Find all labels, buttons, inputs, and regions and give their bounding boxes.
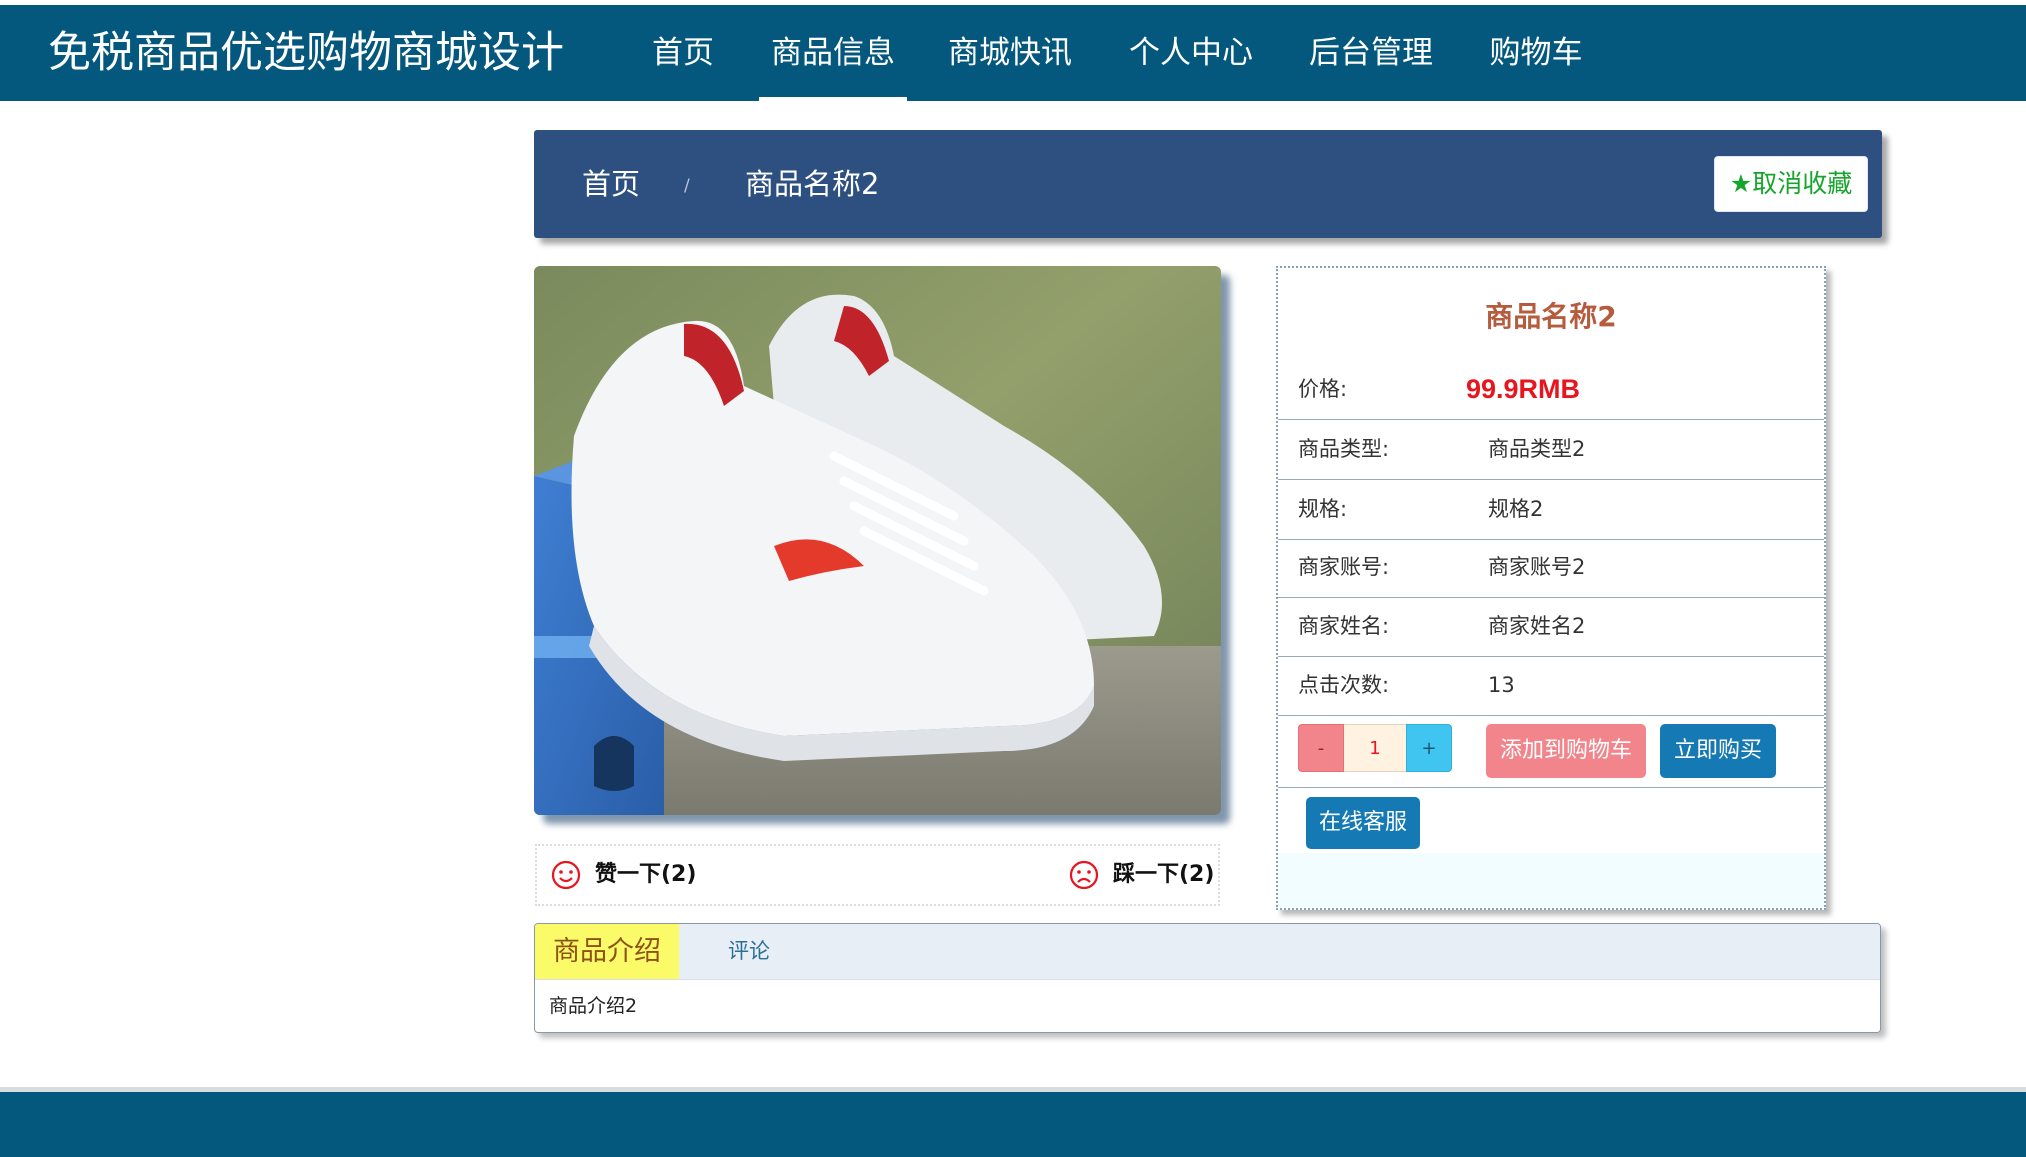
tab-content: 商品介绍2 (549, 995, 638, 1017)
dislike-button[interactable]: 踩一下(2) (1069, 846, 1219, 904)
category-label: 商品类型: (1298, 437, 1390, 461)
add-to-cart-button[interactable]: 添加到购物车 (1486, 724, 1646, 778)
nav-personal-center[interactable]: 个人中心 (1128, 5, 1254, 101)
like-label: 赞一下(2) (595, 862, 697, 887)
spec-label: 规格: (1298, 497, 1348, 521)
nav-admin[interactable]: 后台管理 (1308, 5, 1434, 101)
spec-value: 规格2 (1488, 497, 1544, 521)
purchase-row: - 1 + 添加到购物车 立即购买 (1278, 715, 1824, 788)
nav-home[interactable]: 首页 (651, 5, 715, 101)
service-row: 在线客服 (1278, 788, 1824, 859)
breadcrumb-home[interactable]: 首页 (582, 130, 640, 238)
merchant-account-row: 商家账号: 商家账号2 (1278, 538, 1824, 598)
info-panel-footer (1278, 853, 1824, 908)
price-label: 价格: (1298, 377, 1348, 401)
merchant-name-label: 商家姓名: (1298, 614, 1390, 638)
breadcrumb-separator: / (684, 176, 690, 196)
product-image (534, 266, 1221, 815)
merchant-account-label: 商家账号: (1298, 555, 1390, 579)
buy-now-button[interactable]: 立即购买 (1660, 724, 1776, 778)
quantity-decrease-button[interactable]: - (1298, 724, 1344, 772)
frown-icon (1069, 860, 1099, 890)
product-name: 商品名称2 (1485, 300, 1617, 333)
breadcrumb-current: 商品名称2 (745, 167, 880, 201)
sneaker-image (534, 266, 1221, 815)
dislike-label: 踩一下(2) (1113, 862, 1215, 887)
category-value: 商品类型2 (1488, 437, 1586, 461)
click-count-label: 点击次数: (1298, 673, 1390, 697)
spec-row: 规格: 规格2 (1278, 480, 1824, 540)
tab-header: 商品介绍 评论 (535, 924, 1880, 980)
online-service-button[interactable]: 在线客服 (1306, 797, 1420, 849)
smile-icon (551, 860, 581, 890)
quantity-input[interactable]: 1 (1344, 724, 1406, 772)
tab-comments[interactable]: 评论 (679, 924, 819, 979)
nav-cart[interactable]: 购物车 (1489, 5, 1583, 101)
merchant-account-value: 商家账号2 (1488, 555, 1586, 579)
unfavorite-label: 取消收藏 (1752, 169, 1853, 198)
footer (0, 1092, 2026, 1157)
quantity-increase-button[interactable]: + (1406, 724, 1452, 772)
click-count-row: 点击次数: 13 (1278, 656, 1824, 716)
price-value: 99.9RMB (1466, 374, 1581, 404)
detail-tabs: 商品介绍 评论 商品介绍2 (534, 923, 1881, 1033)
category-row: 商品类型: 商品类型2 (1278, 420, 1824, 480)
vote-bar: 赞一下(2) 踩一下(2) (535, 844, 1220, 906)
unfavorite-button[interactable]: ★取消收藏 (1714, 156, 1868, 212)
star-icon: ★ (1729, 169, 1753, 198)
site-title: 免税商品优选购物商城设计 (48, 28, 564, 78)
merchant-name-value: 商家姓名2 (1488, 614, 1586, 638)
merchant-name-row: 商家姓名: 商家姓名2 (1278, 597, 1824, 657)
breadcrumb: 首页 / 商品名称2 ★取消收藏 (534, 130, 1882, 238)
price-row: 价格: 99.9RMB (1278, 360, 1824, 420)
tab-product-intro[interactable]: 商品介绍 (535, 924, 679, 979)
top-navbar: 免税商品优选购物商城设计 首页 商品信息 商城快讯 个人中心 后台管理 购物车 (0, 5, 2026, 101)
click-count-value: 13 (1488, 673, 1515, 697)
like-button[interactable]: 赞一下(2) (551, 846, 751, 904)
nav-mall-news[interactable]: 商城快讯 (947, 5, 1073, 101)
nav-product-info[interactable]: 商品信息 (759, 5, 907, 101)
product-info-panel: 商品名称2 价格: 99.9RMB 商品类型: 商品类型2 规格: 规格2 商家… (1276, 266, 1826, 910)
